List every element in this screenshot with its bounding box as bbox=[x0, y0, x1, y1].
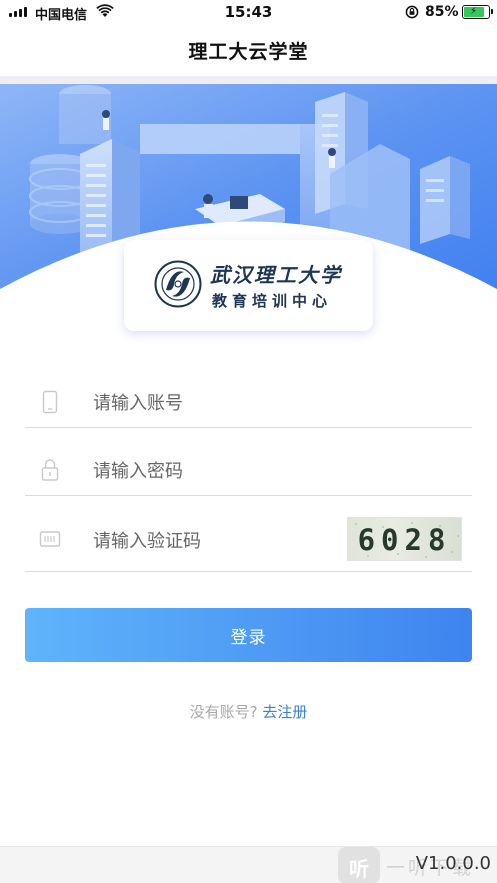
captcha-code: 6028 bbox=[357, 523, 452, 557]
watermark-glyph: 听 bbox=[349, 857, 369, 881]
version-label: V1.0.0.0 bbox=[415, 853, 491, 874]
university-emblem-icon bbox=[154, 260, 202, 308]
register-prompt: 没有账号? bbox=[189, 703, 258, 721]
password-input[interactable]: 请输入密码 bbox=[93, 457, 183, 483]
login-button-label: 登录 bbox=[230, 627, 267, 647]
watermark-logo: 听 bbox=[338, 847, 380, 883]
university-logo-card: 武汉理工大学 教育培训中心 bbox=[124, 240, 373, 331]
account-field[interactable]: 请输入账号 bbox=[25, 374, 472, 428]
clock: 15:43 bbox=[224, 3, 273, 21]
password-field[interactable]: 请输入密码 bbox=[25, 442, 472, 496]
account-input[interactable]: 请输入账号 bbox=[93, 389, 183, 415]
login-button[interactable]: 登录 bbox=[25, 608, 472, 662]
battery-charging-icon: ⚡ bbox=[462, 5, 493, 19]
center-name: 教育培训中心 bbox=[212, 292, 333, 310]
status-bar: 中国电信 15:43 85% ⚡ bbox=[0, 0, 497, 24]
footer: 听 一听下载 V1.0.0.0 bbox=[0, 846, 497, 883]
page-title: 理工大云学堂 bbox=[188, 40, 309, 63]
register-link[interactable]: 去注册 bbox=[262, 703, 307, 721]
nav-divider bbox=[0, 76, 497, 84]
keyboard-icon bbox=[39, 531, 61, 547]
university-name: 武汉理工大学 bbox=[210, 263, 342, 287]
register-row: 没有账号? 去注册 bbox=[0, 701, 497, 722]
captcha-image[interactable]: 6028 bbox=[347, 517, 462, 561]
captcha-field[interactable]: 请输入验证码 6028 bbox=[25, 509, 472, 572]
phone-icon bbox=[42, 390, 58, 414]
battery-percent: 85% bbox=[425, 4, 459, 20]
captcha-input[interactable]: 请输入验证码 bbox=[93, 527, 201, 553]
nav-bar: 理工大云学堂 bbox=[0, 24, 497, 76]
orientation-lock-icon bbox=[405, 5, 419, 19]
lock-icon bbox=[41, 459, 59, 481]
